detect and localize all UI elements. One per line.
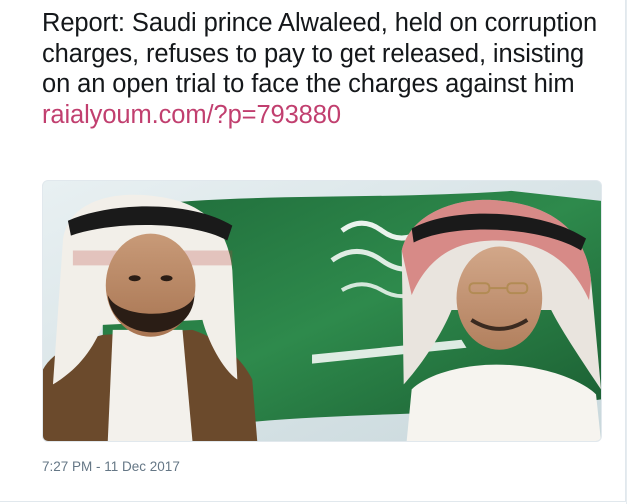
photo-illustration-icon: [43, 181, 601, 441]
tweet-link[interactable]: raialyoum.com/?p=793880: [42, 101, 341, 129]
tweet-photo[interactable]: [42, 180, 602, 442]
tweet-text: Report: Saudi prince Alwaleed, held on c…: [42, 8, 602, 130]
tweet-card: Report: Saudi prince Alwaleed, held on c…: [0, 0, 626, 502]
scroll-edge: [626, 0, 640, 504]
tweet-body: Report: Saudi prince Alwaleed, held on c…: [42, 9, 598, 98]
tweet-timestamp[interactable]: 7:27 PM - 11 Dec 2017: [42, 458, 180, 476]
